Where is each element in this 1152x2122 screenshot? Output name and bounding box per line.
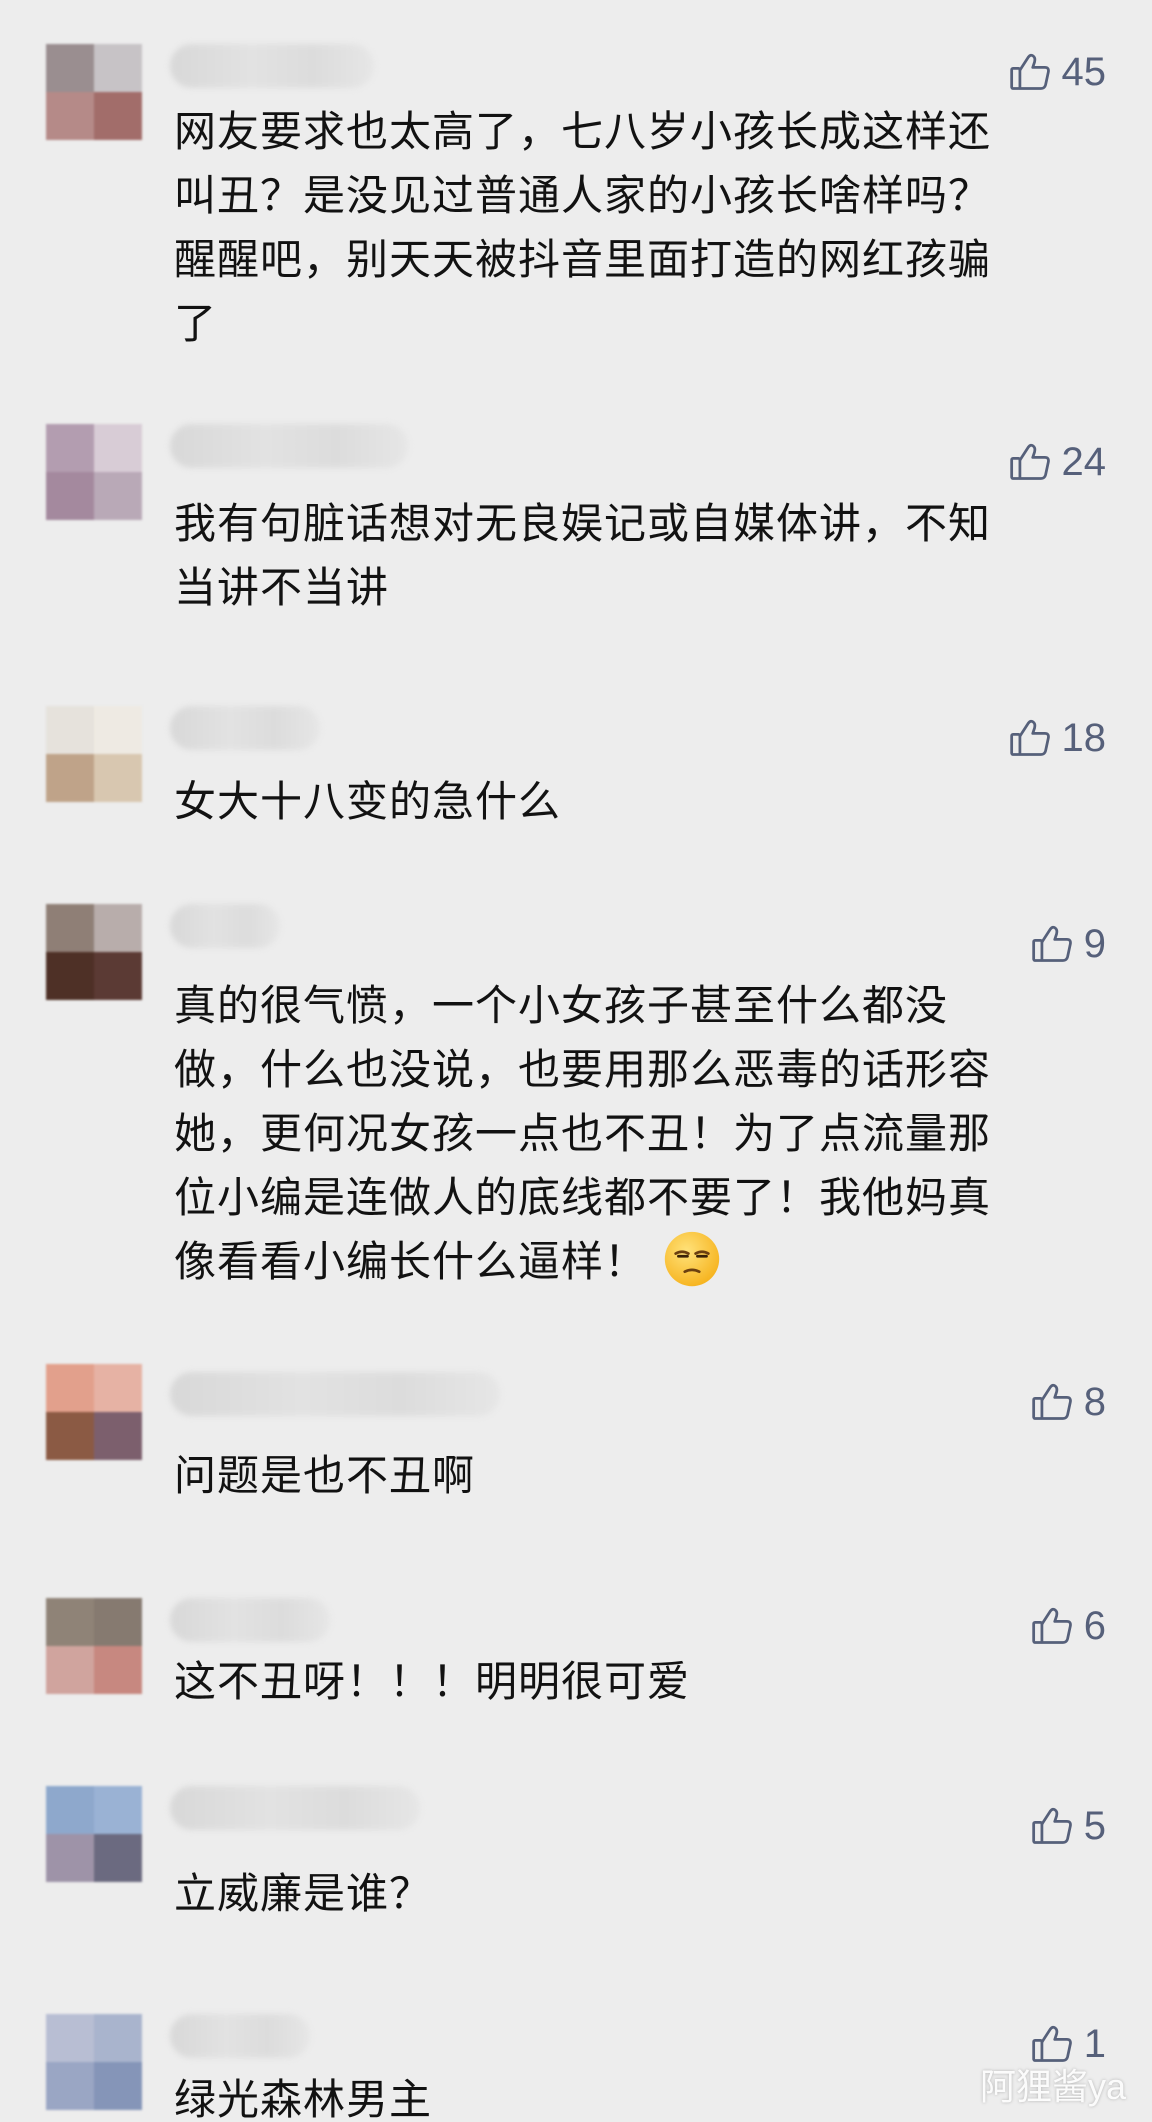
avatar-cell [46, 1598, 94, 1646]
avatar-cell [46, 92, 94, 140]
like-button[interactable]: 9 [1030, 916, 1106, 972]
comment-text: 真的很气愤，一个小女孩子甚至什么都没 做，什么也没说，也要用那么恶毒的话形容 她… [174, 974, 1094, 1294]
like-button[interactable]: 24 [1008, 434, 1107, 490]
avatar-cell [94, 1412, 142, 1460]
username-blurred[interactable] [170, 1598, 330, 1642]
comment-text: 问题是也不丑啊 [174, 1451, 476, 1500]
username-blurred[interactable] [170, 706, 320, 750]
avatar-cell [94, 1598, 142, 1646]
like-button[interactable]: 8 [1030, 1374, 1106, 1430]
username-blurred[interactable] [170, 44, 374, 88]
avatar-cell [94, 904, 142, 952]
avatar[interactable] [46, 904, 142, 1000]
avatar-cell [46, 952, 94, 1000]
avatar-cell [46, 754, 94, 802]
like-button[interactable]: 6 [1030, 1598, 1106, 1654]
avatar-cell [46, 706, 94, 754]
avatar-cell [94, 1834, 142, 1882]
like-count: 8 [1083, 1380, 1106, 1424]
avatar-cell [46, 904, 94, 952]
comment-text: 立威廉是谁？ [174, 1869, 433, 1918]
avatar-cell [94, 44, 142, 92]
avatar-cell [94, 952, 142, 1000]
thumbs-up-icon [1030, 1804, 1074, 1848]
avatar-cell [46, 472, 94, 520]
username-blurred[interactable] [170, 904, 280, 948]
like-count: 9 [1083, 922, 1106, 966]
avatar-cell [46, 1834, 94, 1882]
avatar-cell [46, 2014, 94, 2062]
thumbs-up-icon [1030, 1380, 1074, 1424]
avatar[interactable] [46, 424, 142, 520]
like-button[interactable]: 18 [1008, 710, 1107, 766]
thumbs-up-icon [1008, 716, 1052, 760]
like-count: 45 [1061, 50, 1107, 94]
avatar[interactable] [46, 2014, 142, 2110]
avatar-cell [46, 1412, 94, 1460]
comment-text: 这不丑呀！！！明明很可爱 [174, 1657, 691, 1706]
avatar-cell [46, 1786, 94, 1834]
thumbs-up-icon [1008, 50, 1052, 94]
comment-text: 网友要求也太高了，七八岁小孩长成这样还 叫丑？是没见过普通人家的小孩长啥样吗？ … [174, 107, 992, 348]
comment-text: 我有句脏话想对无良娱记或自媒体讲，不知 当讲不当讲 [174, 499, 992, 612]
thumbs-up-icon [1008, 440, 1052, 484]
avatar-cell [94, 424, 142, 472]
avatar[interactable] [46, 706, 142, 802]
avatar-cell [46, 1646, 94, 1694]
avatar-cell [46, 1364, 94, 1412]
like-button[interactable]: 45 [1008, 44, 1107, 100]
thumbs-up-icon [1030, 1604, 1074, 1648]
avatar-cell [94, 1646, 142, 1694]
like-count: 18 [1061, 716, 1107, 760]
avatar[interactable] [46, 1598, 142, 1694]
username-blurred[interactable] [170, 1786, 420, 1830]
avatar[interactable] [46, 1786, 142, 1882]
avatar-cell [46, 44, 94, 92]
avatar[interactable] [46, 1364, 142, 1460]
like-count: 5 [1083, 1804, 1106, 1848]
avatar-cell [94, 754, 142, 802]
username-blurred[interactable] [170, 1372, 500, 1416]
comment-text: 绿光森林男主 [174, 2075, 433, 2122]
avatar-cell [46, 2062, 94, 2110]
avatar-cell [94, 1786, 142, 1834]
avatar-cell [94, 1364, 142, 1412]
like-button[interactable]: 5 [1030, 1798, 1106, 1854]
comment-text: 女大十八变的急什么 [174, 777, 562, 826]
unamused-face-emoji-icon [664, 1231, 720, 1287]
avatar-cell [94, 472, 142, 520]
watermark: 阿狸酱ya [979, 2066, 1126, 2107]
like-count: 24 [1061, 440, 1107, 484]
like-count: 6 [1083, 1604, 1106, 1648]
avatar-cell [46, 424, 94, 472]
avatar-cell [94, 2062, 142, 2110]
avatar-cell [94, 92, 142, 140]
comment-text-body: 真的很气愤，一个小女孩子甚至什么都没 做，什么也没说，也要用那么恶毒的话形容 她… [174, 981, 992, 1286]
comment-feed: 45 网友要求也太高了，七八岁小孩长成这样还 叫丑？是没见过普通人家的小孩长啥样… [0, 0, 1152, 2122]
thumbs-up-icon [1030, 922, 1074, 966]
avatar-cell [94, 706, 142, 754]
username-blurred[interactable] [170, 424, 408, 468]
username-blurred[interactable] [170, 2014, 310, 2058]
avatar-cell [94, 2014, 142, 2062]
avatar[interactable] [46, 44, 142, 140]
